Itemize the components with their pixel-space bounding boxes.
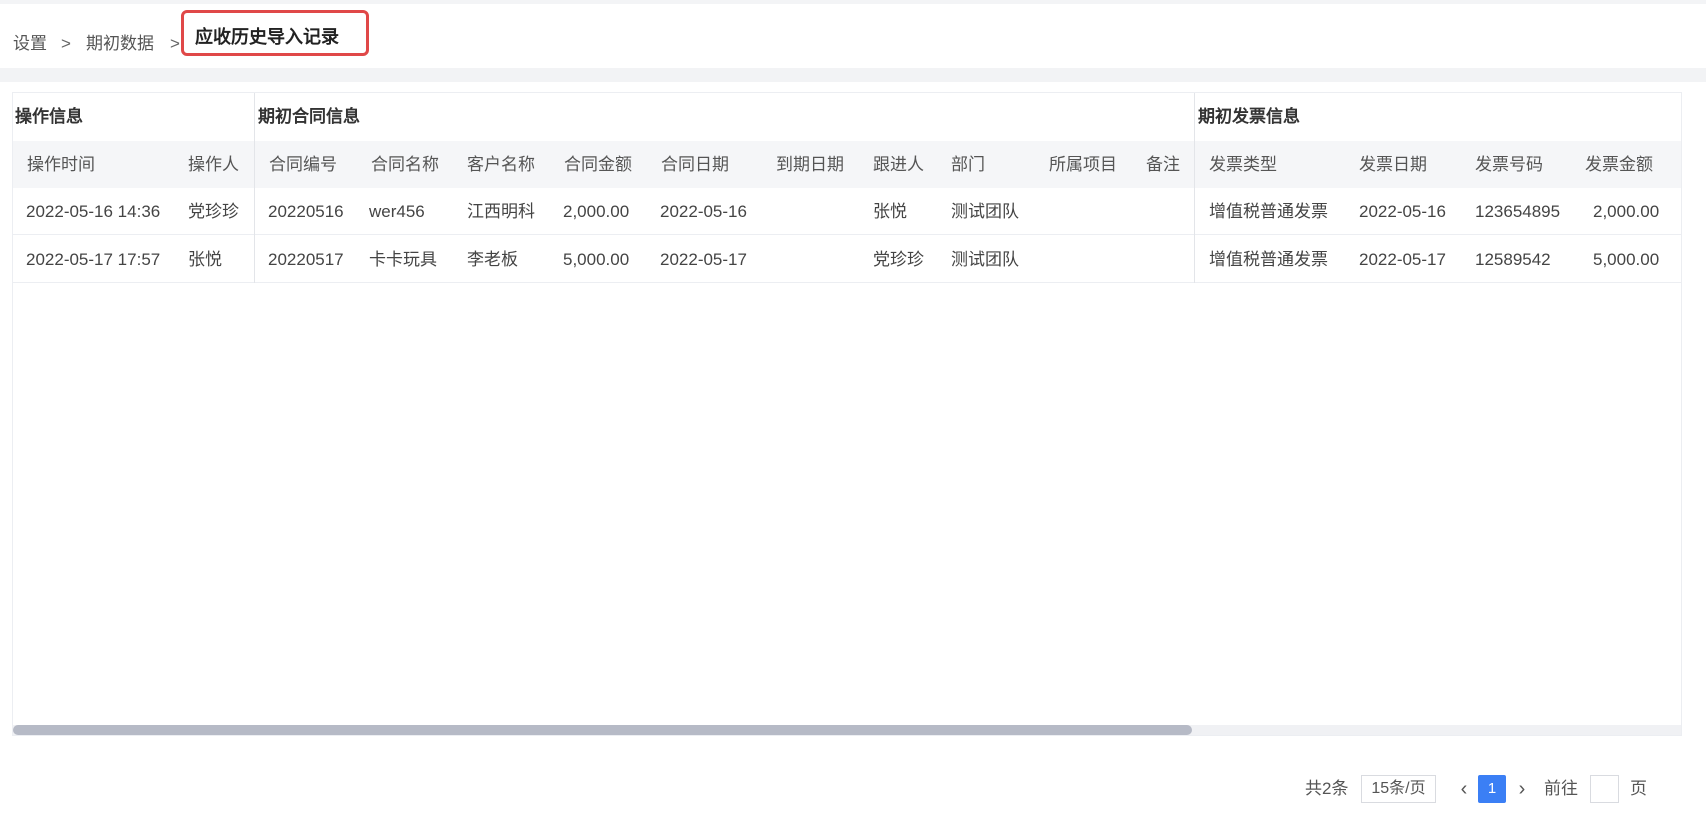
pagination-total: 共2条 — [1305, 779, 1349, 798]
page-size-select[interactable]: 15条/页 — [1361, 775, 1436, 803]
column-header[interactable]: 合同名称 — [371, 141, 439, 188]
page-number-current[interactable]: 1 — [1478, 775, 1506, 803]
breadcrumb-separator: > — [170, 34, 180, 53]
cell-contract-no: 20220516 — [268, 202, 344, 221]
cell-department: 测试团队 — [951, 250, 1019, 269]
page-title: 应收历史导入记录 — [195, 27, 339, 47]
cell-contract-amount: 5,000.00 — [563, 250, 630, 269]
column-header[interactable]: 部门 — [951, 141, 985, 188]
breadcrumb-separator: > — [61, 34, 71, 53]
cell-contract-name: wer456 — [369, 202, 425, 221]
column-header[interactable]: 到期日期 — [776, 141, 844, 188]
cell-invoice-type: 增值税普通发票 — [1209, 250, 1328, 269]
cell-operation-time: 2022-05-17 17:57 — [26, 250, 161, 269]
column-header[interactable]: 跟进人 — [873, 141, 924, 188]
column-header[interactable]: 发票号码 — [1475, 141, 1543, 188]
cell-contract-date: 2022-05-16 — [660, 202, 747, 221]
column-header[interactable]: 合同日期 — [661, 141, 729, 188]
prev-page-button[interactable]: ‹ — [1450, 775, 1478, 803]
page-suffix: 页 — [1630, 779, 1647, 798]
table-row[interactable]: 2022-05-16 14:36 党珍珍 20220516 wer456 江西明… — [13, 188, 1681, 235]
column-header[interactable]: 发票日期 — [1359, 141, 1427, 188]
chevron-left-icon: ‹ — [1460, 778, 1468, 800]
table-header-row — [13, 141, 1681, 188]
column-header[interactable]: 备注 — [1146, 141, 1180, 188]
group-contract-info: 期初合同信息 — [256, 93, 1188, 141]
column-header[interactable]: 合同编号 — [269, 141, 337, 188]
column-header[interactable]: 发票金额 — [1585, 141, 1653, 188]
column-header[interactable]: 合同金额 — [564, 141, 632, 188]
import-records-table: 操作信息 期初合同信息 期初发票信息 操作时间 操作人 合同编号 合同名称 客户… — [12, 92, 1682, 736]
next-page-button[interactable]: › — [1508, 775, 1536, 803]
cell-invoice-date: 2022-05-16 — [1359, 202, 1446, 221]
horizontal-scrollbar[interactable] — [13, 725, 1681, 735]
column-header[interactable]: 操作时间 — [27, 141, 95, 188]
cell-invoice-type: 增值税普通发票 — [1209, 202, 1328, 221]
cell-contract-name: 卡卡玩具 — [369, 250, 437, 269]
section-gap — [0, 68, 1706, 82]
cell-invoice-amount: 5,000.00 — [1593, 250, 1660, 269]
table-row[interactable]: 2022-05-17 17:57 张悦 20220517 卡卡玩具 李老板 5,… — [13, 236, 1681, 283]
cell-customer-name: 江西明科 — [467, 202, 535, 221]
cell-operator: 张悦 — [188, 250, 222, 269]
cell-operator: 党珍珍 — [188, 202, 239, 221]
cell-follower: 张悦 — [873, 202, 907, 221]
column-header[interactable]: 发票类型 — [1209, 141, 1277, 188]
cell-contract-amount: 2,000.00 — [563, 202, 630, 221]
column-header[interactable]: 所属项目 — [1049, 141, 1117, 188]
cell-invoice-amount: 2,000.00 — [1593, 202, 1660, 221]
column-header[interactable]: 客户名称 — [467, 141, 535, 188]
chevron-right-icon: › — [1518, 778, 1526, 800]
cell-operation-time: 2022-05-16 14:36 — [26, 202, 161, 221]
breadcrumb-item-initial-data[interactable]: 期初数据 — [86, 34, 154, 54]
cell-customer-name: 李老板 — [467, 250, 518, 269]
breadcrumb-current: 应收历史导入记录 — [181, 10, 369, 56]
top-bar: 设置 > 期初数据 > 应收历史导入记录 — [0, 0, 1706, 68]
cell-contract-no: 20220517 — [268, 250, 344, 269]
scrollbar-thumb[interactable] — [13, 725, 1192, 735]
group-operation-info: 操作信息 — [13, 93, 257, 141]
cell-invoice-no: 12589542 — [1475, 250, 1551, 269]
group-invoice-info: 期初发票信息 — [1196, 93, 1681, 141]
group-divider — [254, 93, 255, 283]
breadcrumb-item-settings[interactable]: 设置 — [13, 34, 47, 54]
goto-label: 前往 — [1544, 779, 1578, 798]
cell-department: 测试团队 — [951, 202, 1019, 221]
column-header[interactable]: 操作人 — [188, 141, 239, 188]
goto-page-input[interactable] — [1590, 775, 1619, 803]
group-divider — [1194, 93, 1195, 283]
cell-follower: 党珍珍 — [873, 250, 924, 269]
cell-invoice-date: 2022-05-17 — [1359, 250, 1446, 269]
cell-contract-date: 2022-05-17 — [660, 250, 747, 269]
cell-invoice-no: 123654895 — [1475, 202, 1561, 221]
